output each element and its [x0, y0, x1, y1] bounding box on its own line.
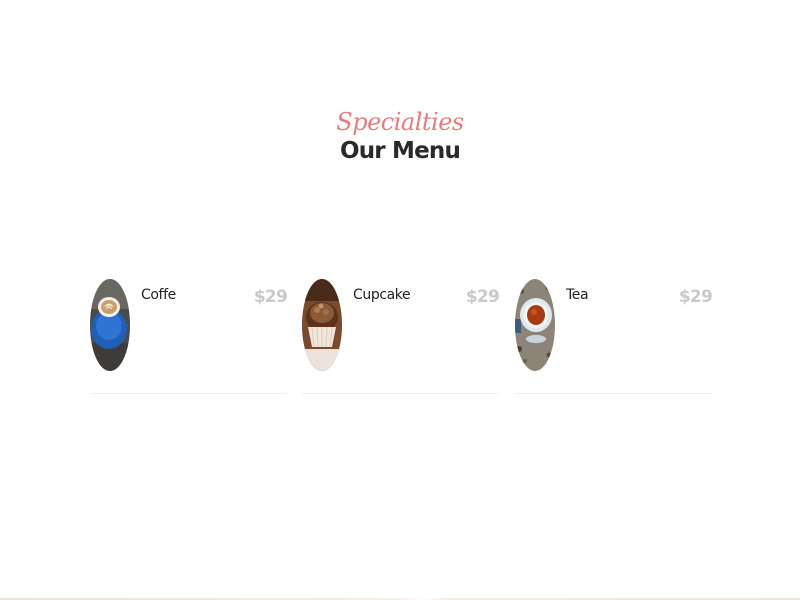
item-price: $29 — [678, 287, 713, 307]
item-divider — [515, 393, 712, 394]
item-divider — [302, 393, 499, 394]
menu-item-tea[interactable]: Tea $29 — [515, 279, 713, 395]
menu-list: Coffe $29 Cupcake $29 Tea $29 — [90, 279, 713, 399]
item-divider — [90, 393, 287, 394]
item-name: Cupcake — [353, 287, 411, 303]
item-name: Tea — [566, 287, 589, 303]
menu-header: Specialties Our Menu — [0, 108, 800, 164]
cupcake-image[interactable] — [302, 279, 342, 371]
coffee-cup-image[interactable] — [90, 279, 130, 371]
item-price: $29 — [465, 287, 500, 307]
menu-item-cupcake[interactable]: Cupcake $29 — [302, 279, 500, 395]
item-name: Coffe — [141, 287, 176, 303]
page: Specialties Our Menu Coffe $29 Cupcake $… — [0, 0, 800, 600]
menu-item-coffee[interactable]: Coffe $29 — [90, 279, 288, 395]
section-title: Our Menu — [339, 138, 461, 164]
item-price: $29 — [253, 287, 288, 307]
tea-cup-image[interactable] — [515, 279, 555, 371]
section-subtitle: Specialties — [336, 108, 464, 136]
